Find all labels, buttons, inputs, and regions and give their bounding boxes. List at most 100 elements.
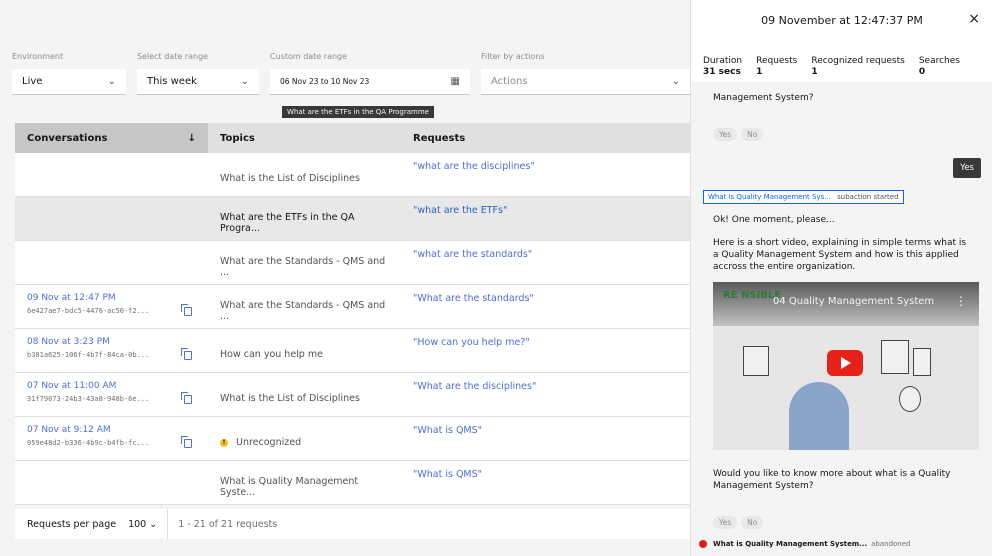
stat-label: Recognized requests xyxy=(811,56,905,66)
target-illustration xyxy=(899,386,921,412)
request-cell[interactable]: "What is QMS" xyxy=(401,461,690,504)
abandoned-icon xyxy=(699,540,707,548)
copy-icon[interactable] xyxy=(181,392,192,404)
table-row[interactable]: What is the List of Disciplines "what ar… xyxy=(15,153,690,197)
per-page-select[interactable]: 100 ⌄ xyxy=(128,519,157,530)
date-range-select[interactable]: This week ⌄ xyxy=(137,69,259,95)
per-page-value: 100 xyxy=(128,518,147,530)
date-range-label: Select date range xyxy=(137,52,209,61)
topic-cell: What are the Standards - QMS and ... xyxy=(220,255,386,278)
header-topics: Topics xyxy=(220,132,255,144)
custom-date-input[interactable]: 06 Nov 23 to 10 Nov 23 ▦ xyxy=(270,69,470,95)
stat-searches: Searches 0 xyxy=(919,56,960,77)
option-no: No xyxy=(741,128,764,141)
custom-date-label: Custom date range xyxy=(270,52,348,61)
environment-value: Live xyxy=(22,76,43,87)
stat-requests: Requests 1 xyxy=(756,56,797,77)
conversation-date[interactable]: 07 Nov at 11:00 AM xyxy=(27,381,196,391)
illustration-figure xyxy=(743,346,769,376)
date-range-value: This week xyxy=(147,76,197,87)
abandoned-name: What is Quality Management System... xyxy=(713,540,868,548)
conversation-cell xyxy=(15,461,208,504)
table-row[interactable]: What are the ETFs in the QA Progra... "w… xyxy=(15,197,690,241)
bot-message: Here is a short video, explaining in sim… xyxy=(713,238,967,272)
stat-value: 1 xyxy=(756,67,763,77)
date-range-filter: Select date range This week ⌄ xyxy=(137,52,259,95)
request-cell[interactable]: "What are the disciplines" xyxy=(401,373,690,416)
table-row[interactable]: 09 Nov at 12:47 PM 6e427ae7-bdc5-4476-ac… xyxy=(15,285,690,329)
request-cell[interactable]: "what are the standards" xyxy=(401,241,690,284)
stat-value: 0 xyxy=(918,67,926,77)
header-conversations-label: Conversations xyxy=(27,132,108,144)
chevron-down-icon: ⌄ xyxy=(240,76,249,87)
close-icon[interactable]: × xyxy=(968,11,980,27)
table-row[interactable]: 07 Nov at 11:00 AM 31f79073-24b3-43a8-94… xyxy=(15,373,690,417)
environment-select[interactable]: Live ⌄ xyxy=(12,69,126,95)
pagination-range: 1 - 21 of 21 requests xyxy=(178,518,278,530)
copy-icon[interactable] xyxy=(181,304,192,316)
topic-cell: What is the List of Disciplines xyxy=(220,393,360,404)
analytics-main: Environment Live ⌄ Select date range Thi… xyxy=(0,0,690,556)
custom-date-value: 06 Nov 23 to 10 Nov 23 xyxy=(280,77,370,86)
conversations-table: Conversations ↓ Topics Requests What is … xyxy=(15,123,690,539)
bot-message: Ok! One moment, please... xyxy=(713,215,835,225)
environment-label: Environment xyxy=(12,52,64,61)
illustration-figure xyxy=(881,340,909,374)
conversation-cell xyxy=(15,241,208,284)
subaction-name: What is Quality Management Sys... xyxy=(708,193,831,201)
topic-cell: What are the Standards - QMS and ... xyxy=(220,299,386,322)
request-cell[interactable]: "What are the standards" xyxy=(401,285,690,328)
video-title[interactable]: 04 Quality Management System xyxy=(773,296,934,307)
calendar-icon[interactable]: ▦ xyxy=(451,76,460,87)
table-row[interactable]: What is Quality Management Syste... "Wha… xyxy=(15,461,690,505)
abandoned-action: What is Quality Management System... aba… xyxy=(699,540,911,548)
table-row[interactable]: What are the Standards - QMS and ... "wh… xyxy=(15,241,690,285)
abandoned-state: abandoned xyxy=(871,540,911,548)
request-cell[interactable]: "What is QMS" xyxy=(401,417,690,460)
chevron-down-icon: ⌄ xyxy=(149,518,158,530)
request-cell[interactable]: "what are the ETFs" xyxy=(401,197,690,240)
table-row[interactable]: 07 Nov at 9:12 AM 959e48d2-b336-4b9c-b4f… xyxy=(15,417,690,461)
video-player[interactable]: RE NSIBLE 04 Quality Management System ⋮ xyxy=(713,282,979,450)
table-row[interactable]: 08 Nov at 3:23 PM b381a625-106f-4b7f-84c… xyxy=(15,329,690,373)
table-header: Conversations ↓ Topics Requests xyxy=(15,123,690,153)
header-conversations[interactable]: Conversations ↓ xyxy=(15,123,208,153)
sort-down-icon[interactable]: ↓ xyxy=(188,133,196,144)
conversation-stats: Duration 31 secs Requests 1 Recognized r… xyxy=(703,56,992,77)
option-chips: Yes No xyxy=(713,128,767,141)
more-options-icon[interactable]: ⋮ xyxy=(955,294,967,308)
conversation-date[interactable]: 08 Nov at 3:23 PM xyxy=(27,337,196,347)
subaction-state: subaction started xyxy=(837,193,899,201)
user-message: Yes xyxy=(953,158,981,178)
custom-date-filter: Custom date range 06 Nov 23 to 10 Nov 23… xyxy=(270,52,470,95)
conversation-id: b381a625-106f-4b7f-84ca-0b... xyxy=(27,351,150,359)
conversation-cell: 08 Nov at 3:23 PM b381a625-106f-4b7f-84c… xyxy=(15,329,208,372)
conversation-date[interactable]: 09 Nov at 12:47 PM xyxy=(27,293,196,303)
conversation-id: 959e48d2-b336-4b9c-b4fb-fc... xyxy=(27,439,150,447)
conversation-id: 31f79073-24b3-43a8-948b-6e... xyxy=(27,395,150,403)
conversation-cell xyxy=(15,153,208,196)
play-icon[interactable] xyxy=(827,350,863,376)
actions-filter: Filter by actions Actions ⌄ xyxy=(481,52,690,95)
conversation-id: 6e427ae7-bdc5-4476-ac50-f2... xyxy=(27,307,150,315)
copy-icon[interactable] xyxy=(181,436,192,448)
actions-select[interactable]: Actions ⌄ xyxy=(481,69,690,95)
subaction-tag[interactable]: What is Quality Management Sys... subact… xyxy=(703,190,904,204)
hand-illustration xyxy=(789,382,849,450)
divider xyxy=(167,509,169,539)
request-cell[interactable]: "what are the disciplines" xyxy=(401,153,690,196)
stat-value: 31 secs xyxy=(703,67,741,77)
topic-cell: What are the ETFs in the QA Progra... xyxy=(220,211,355,234)
option-no: No xyxy=(741,516,764,529)
conversation-cell xyxy=(15,197,208,240)
warning-icon: ! xyxy=(220,438,228,447)
topic-cell: What is Quality Management Syste... xyxy=(220,475,359,498)
chat-transcript[interactable]: Management System? Yes No Yes What is Qu… xyxy=(691,82,992,556)
stat-duration: Duration 31 secs xyxy=(703,56,742,77)
environment-filter: Environment Live ⌄ xyxy=(12,52,126,95)
request-cell[interactable]: "How can you help me?" xyxy=(401,329,690,372)
copy-icon[interactable] xyxy=(181,348,192,360)
stat-label: Searches xyxy=(918,56,960,66)
conversation-date[interactable]: 07 Nov at 9:12 AM xyxy=(27,425,196,435)
option-chips: Yes No xyxy=(713,516,767,529)
